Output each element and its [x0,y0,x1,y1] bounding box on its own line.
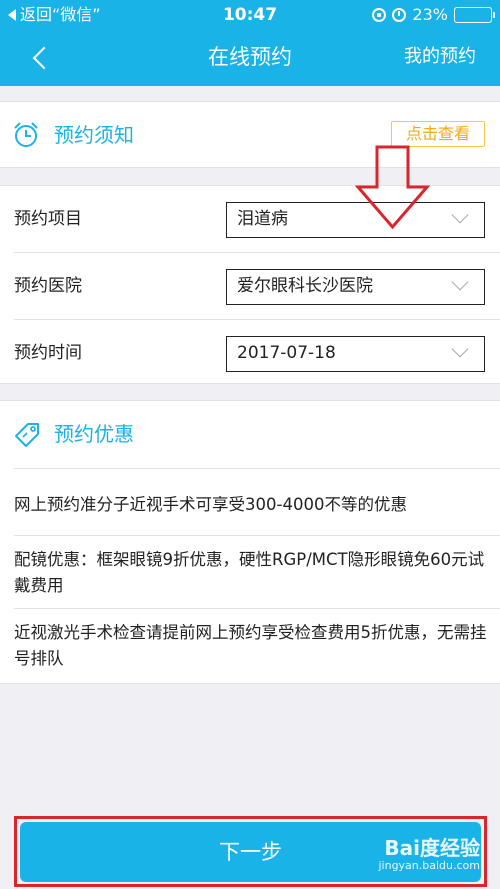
battery-icon [454,7,495,23]
rotation-lock-icon [372,8,387,22]
chevron-down-icon [451,273,469,291]
date-label: 预约时间 [14,343,82,363]
battery-percent: 23% [412,5,448,24]
alarm-clock-icon [14,122,38,147]
nav-bar: 在线预约 我的预约 [0,30,500,86]
status-bar: 返回“微信” 10:47 23% [0,0,500,30]
project-label: 预约项目 [14,209,82,229]
chevron-down-icon [451,206,469,224]
my-booking-link[interactable]: 我的预约 [404,30,476,84]
promo-item: 近视激光手术检查请提前网上预约享受检查费用5折优惠，无需挂号排队 [14,623,487,668]
hospital-select[interactable]: 爱尔眼科长沙医院 [226,269,485,305]
price-tag-icon [15,423,39,447]
promo-divider [14,608,500,609]
watermark-main: Bai度经验 [384,836,480,860]
watermark-sub: jingyan.baidu.com [378,859,480,872]
annotation-arrow [355,145,430,230]
notice-title: 预约须知 [54,123,134,147]
status-right: 23% [372,0,495,30]
promo-section: 预约优惠 网上预约准分子近视手术可享受300-4000不等的优惠 配镜优惠：框架… [0,400,500,684]
promo-item: 网上预约准分子近视手术可享受300-4000不等的优惠 [14,495,407,514]
date-select[interactable]: 2017-07-18 [226,336,485,372]
alarm-icon [392,8,407,22]
form-row-hospital: 预约医院 爱尔眼科长沙医院 [0,253,500,319]
hospital-label: 预约医院 [14,276,82,296]
view-notice-button[interactable]: 点击查看 [391,121,485,147]
hospital-value: 爱尔眼科长沙医院 [237,276,373,296]
form-row-date: 预约时间 2017-07-18 [0,320,500,386]
date-value: 2017-07-18 [237,343,336,363]
promo-divider [14,535,500,536]
top-bar: 返回“微信” 10:47 23% 在线预约 我的预约 [0,0,500,86]
promo-title: 预约优惠 [54,422,134,446]
baidu-watermark: Bai度经验 jingyan.baidu.com [378,832,480,872]
promo-item: 配镜优惠：框架眼镜9折优惠，硬性RGP/MCT隐形眼镜免60元试戴费用 [14,550,485,595]
project-value: 泪道病 [237,209,288,229]
promo-divider [14,468,500,469]
chevron-down-icon [451,340,469,358]
